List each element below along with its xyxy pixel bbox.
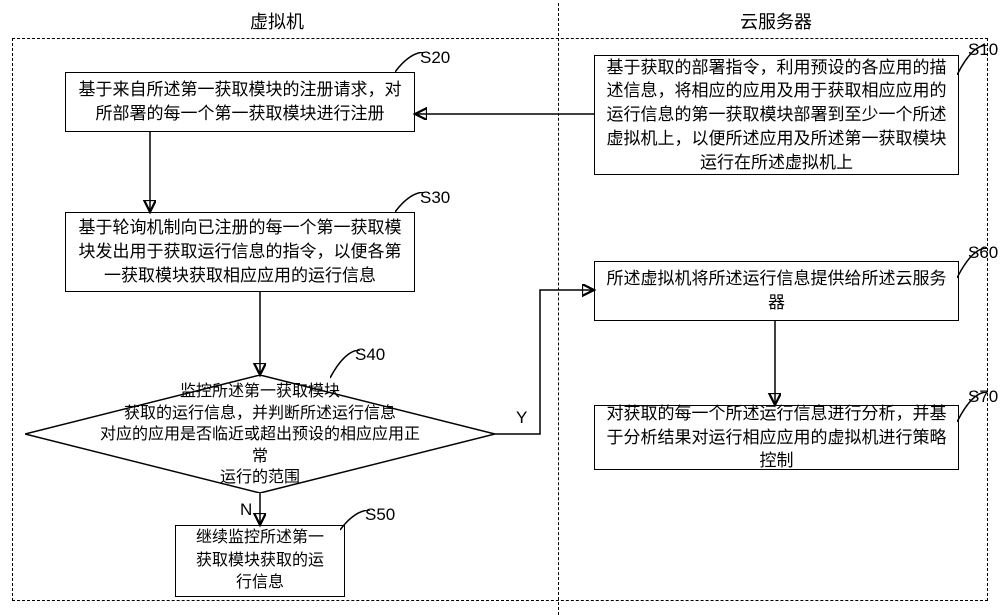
step-s30-box: 基于轮询机制向已注册的每一个第一获取模块发出用于获取运行信息的指令，以便各第一获…	[65, 212, 415, 292]
step-s20-box: 基于来自所述第一获取模块的注册请求，对所部署的每一个第一获取模块进行注册	[65, 72, 415, 132]
step-s70-box: 对获取的每一个所述运行信息进行分析，并基于分析结果对运行相应应用的虚拟机进行策略…	[594, 405, 959, 470]
step-s70-text: 对获取的每一个所述运行信息进行分析，并基于分析结果对运行相应应用的虚拟机进行策略…	[605, 402, 948, 473]
step-s60-box: 所述虚拟机将所述运行信息提供给所述云服务器	[594, 261, 959, 321]
center-divider	[558, 3, 559, 615]
step-s30-text: 基于轮询机制向已注册的每一个第一获取模块发出用于获取运行信息的指令，以便各第一获…	[76, 216, 404, 287]
step-s10-label: S10	[968, 40, 998, 60]
step-s50-label: S50	[365, 505, 395, 525]
step-s60-text: 所述虚拟机将所述运行信息提供给所述云服务器	[605, 267, 948, 315]
branch-yes: Y	[516, 408, 527, 428]
step-s40-text: 监控所述第一获取模块 获取的运行信息，并判断所述运行信息 对应的应用是否临近或超…	[25, 375, 495, 495]
step-s70-label: S70	[968, 387, 998, 407]
step-s30-label: S30	[420, 188, 450, 208]
step-s50-box: 继续监控所述第一 获取模块获取的运 行信息	[175, 525, 345, 597]
step-s50-text: 继续监控所述第一 获取模块获取的运 行信息	[196, 527, 324, 594]
header-left: 虚拟机	[250, 8, 304, 34]
header-right: 云服务器	[740, 8, 812, 34]
step-s20-text: 基于来自所述第一获取模块的注册请求，对所部署的每一个第一获取模块进行注册	[76, 78, 404, 126]
step-s60-label: S60	[968, 243, 998, 263]
step-s10-text: 基于获取的部署指令，利用预设的各应用的描述信息，将相应的应用及用于获取相应应用的…	[605, 56, 948, 175]
flowchart-canvas: 虚拟机 云服务器 基于获取的部署指令，利用预设的各应用的描述信息，将相应的应用及…	[0, 0, 1000, 615]
step-s40-label: S40	[355, 345, 385, 365]
step-s20-label: S20	[420, 48, 450, 68]
step-s10-box: 基于获取的部署指令，利用预设的各应用的描述信息，将相应的应用及用于获取相应应用的…	[594, 55, 959, 175]
branch-no: N	[240, 500, 252, 520]
step-s40-decision: 监控所述第一获取模块 获取的运行信息，并判断所述运行信息 对应的应用是否临近或超…	[25, 375, 495, 495]
